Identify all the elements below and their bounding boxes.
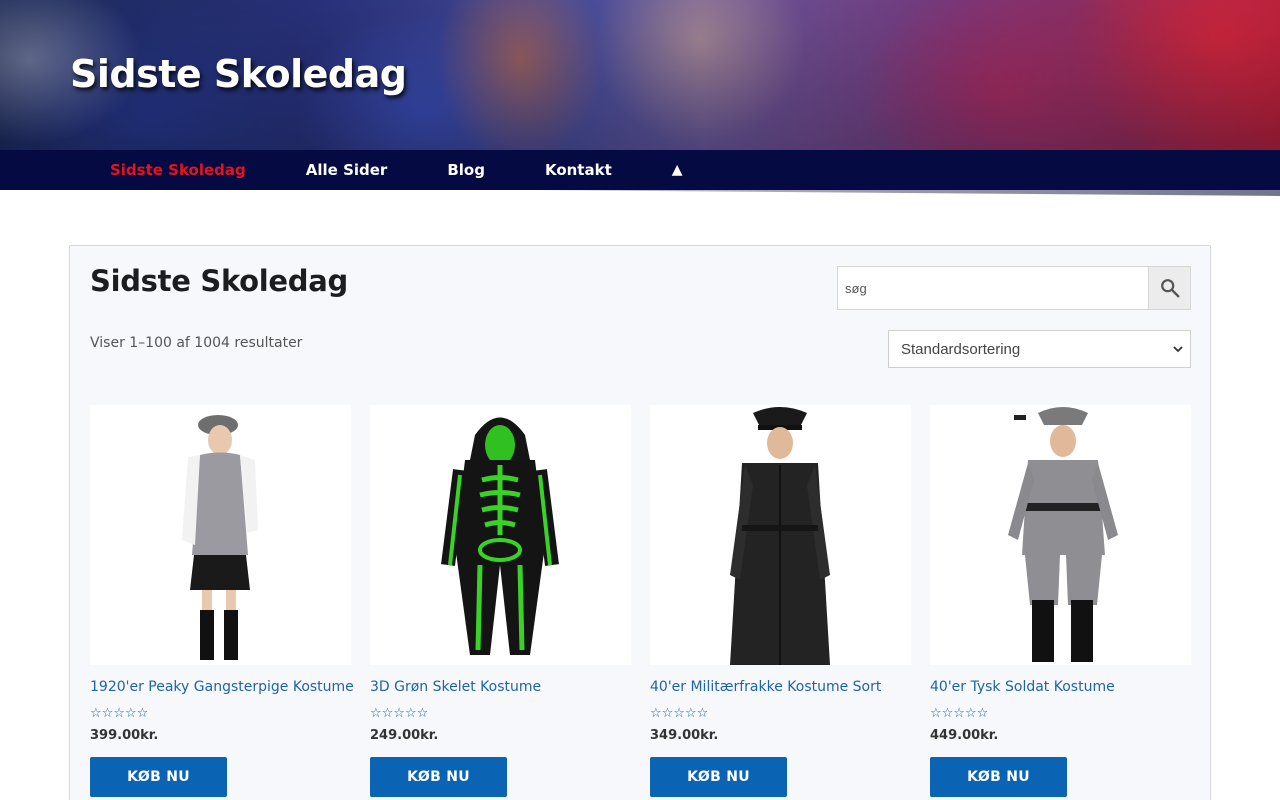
product-card: 3D Grøn Skelet Kostume ☆☆☆☆☆ 249.00kr. K… [370,405,631,797]
page-title: Sidste Skoledag [90,264,348,298]
sort-select[interactable]: Standardsortering [888,330,1191,368]
search-icon [1160,279,1179,298]
costume-illustration [930,405,1191,665]
costume-illustration [370,405,631,665]
rating-stars: ☆☆☆☆☆ [370,705,429,720]
product-image[interactable] [90,405,351,665]
rating-stars: ☆☆☆☆☆ [90,705,149,720]
search-button[interactable] [1148,267,1190,309]
product-image[interactable] [930,405,1191,665]
shop-content: Sidste Skoledag Viser 1–100 af 1004 resu… [69,245,1211,800]
product-image[interactable] [370,405,631,665]
chevron-down-icon [1173,346,1183,353]
buy-now-button[interactable]: KØB NU [930,757,1067,797]
costume-illustration [90,405,351,665]
up-triangle-icon[interactable]: ▲ [642,148,713,192]
sort-select-value: Standardsortering [901,340,1021,358]
product-name[interactable]: 40'er Militærfrakke Kostume Sort [650,679,911,695]
product-price: 249.00kr. [370,728,439,743]
product-name[interactable]: 40'er Tysk Soldat Kostume [930,679,1191,695]
main-nav: Sidste Skoledag Alle Sider Blog Kontakt … [0,150,1280,190]
product-price: 399.00kr. [90,728,159,743]
rating-stars: ☆☆☆☆☆ [930,705,989,720]
result-count: Viser 1–100 af 1004 resultater [90,335,303,351]
search-form [837,266,1191,310]
product-card: 40'er Militærfrakke Kostume Sort ☆☆☆☆☆ 3… [650,405,911,797]
product-price: 349.00kr. [650,728,719,743]
product-card: 40'er Tysk Soldat Kostume ☆☆☆☆☆ 449.00kr… [930,405,1191,797]
product-price: 449.00kr. [930,728,999,743]
product-name[interactable]: 3D Grøn Skelet Kostume [370,679,631,695]
nav-item-blog[interactable]: Blog [417,148,515,192]
buy-now-button[interactable]: KØB NU [370,757,507,797]
rating-stars: ☆☆☆☆☆ [650,705,709,720]
product-name[interactable]: 1920'er Peaky Gangsterpige Kostume [90,679,354,695]
costume-illustration [650,405,911,665]
buy-now-button[interactable]: KØB NU [90,757,227,797]
site-title[interactable]: Sidste Skoledag [70,52,407,96]
product-image[interactable] [650,405,911,665]
nav-item-sidste-skoledag[interactable]: Sidste Skoledag [80,148,276,192]
search-input[interactable] [838,267,1148,309]
nav-item-alle-sider[interactable]: Alle Sider [276,148,418,192]
nav-item-kontakt[interactable]: Kontakt [515,148,642,192]
product-card: 1920'er Peaky Gangsterpige Kostume ☆☆☆☆☆… [90,405,354,797]
buy-now-button[interactable]: KØB NU [650,757,787,797]
header-banner: Sidste Skoledag [0,0,1280,150]
